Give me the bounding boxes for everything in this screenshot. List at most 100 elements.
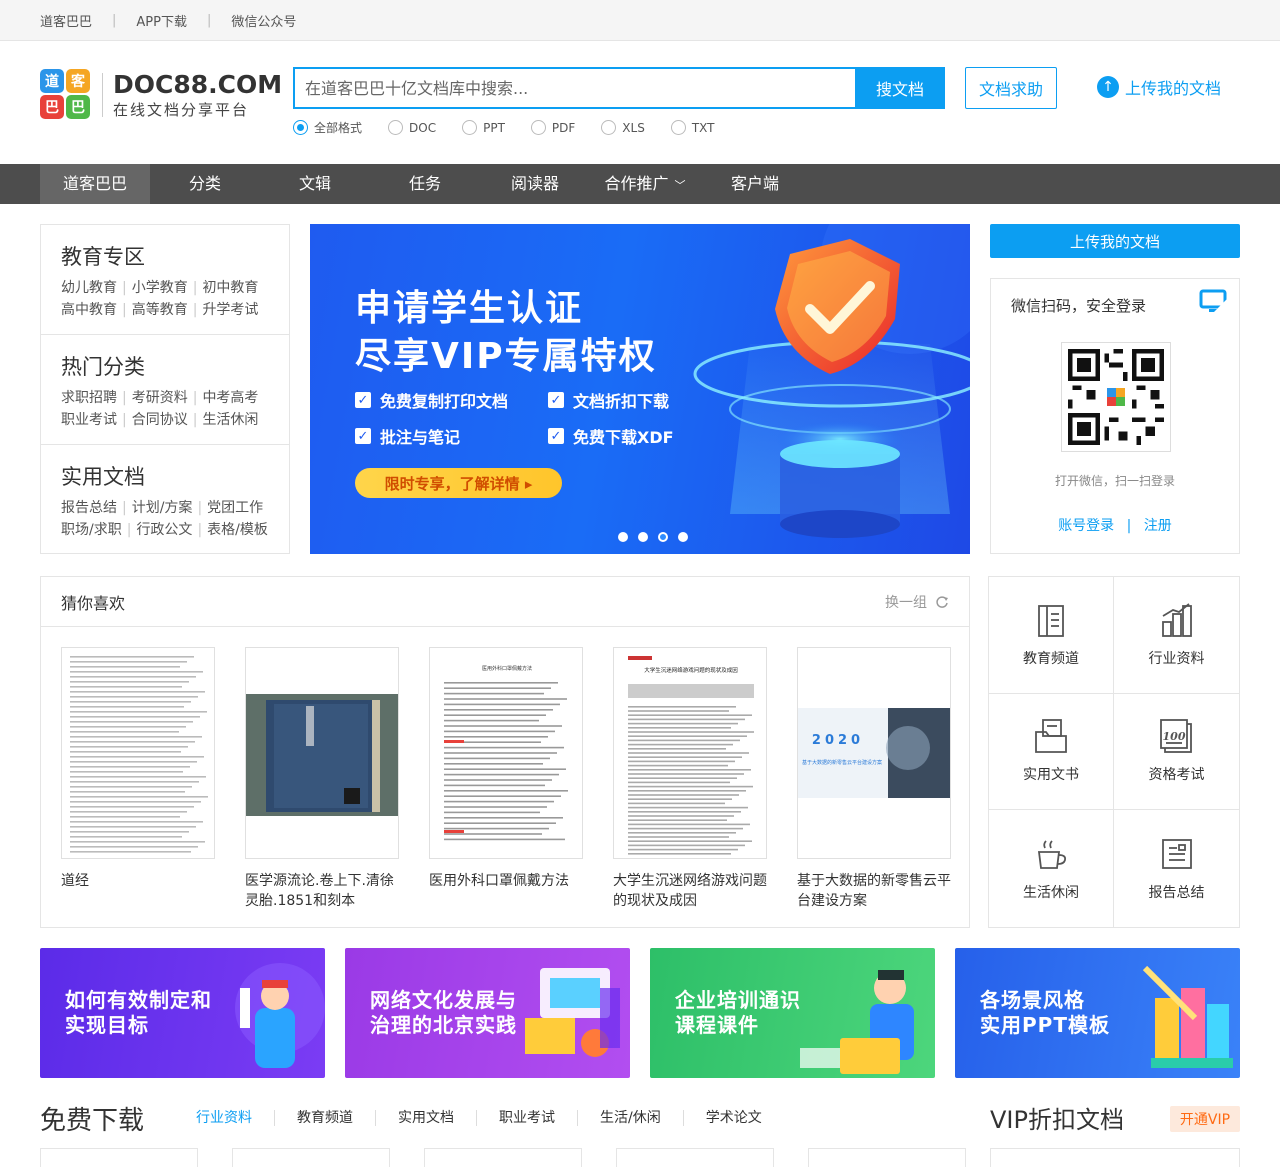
text-line — [628, 760, 735, 763]
category-link[interactable]: 表格/模板 — [207, 522, 268, 538]
doc-card-stub[interactable] — [232, 1148, 390, 1167]
format-option-xls[interactable]: XLS — [601, 119, 645, 136]
category-link[interactable]: 生活休闲 — [202, 412, 258, 428]
channel-practical[interactable]: 实用文书 — [989, 693, 1114, 811]
thumb-title: 大学生沉迷网络游戏问题的现状及成因 — [644, 666, 738, 674]
report-icon — [1161, 838, 1192, 869]
category-section: 实用文档 报告总结 | 计划/方案 | 党团工作 职场/求职 | 行政公文 | 表格/模板 — [41, 445, 289, 555]
category-link[interactable]: 求职招聘 — [61, 390, 117, 406]
promo-banner[interactable]: 申请学生认证 尽享VIP专属特权 ✓ 免费复制打印文档 ✓ 文档折扣下载 ✓ 批注与笔… — [310, 224, 970, 554]
banner-cta-button[interactable]: 限时专享，了解详情 ▸ — [355, 468, 562, 498]
text-line — [444, 779, 552, 781]
search-input[interactable] — [293, 67, 855, 109]
doc-card[interactable]: 医用外科口罩佩戴方法 医用外科口罩佩戴方法 — [429, 647, 583, 911]
promo-card-goals[interactable]: 如何有效制定和 实现目标 — [40, 948, 325, 1078]
tab-leisure[interactable]: 生活/休闲 — [577, 1110, 683, 1126]
doc-card[interactable]: 大学生沉迷网络游戏问题的现状及成因 大学生沉迷网络游戏问题的现状及成因 — [613, 647, 767, 911]
search-button[interactable]: 搜文档 — [855, 67, 945, 109]
register-link[interactable]: 注册 — [1144, 518, 1172, 534]
channel-industry[interactable]: 行业资料 — [1114, 577, 1239, 694]
doc-card-stub[interactable] — [40, 1148, 198, 1167]
format-option-doc[interactable]: DOC — [388, 119, 436, 136]
format-option-all[interactable]: 全部格式 — [293, 119, 362, 136]
account-login-link[interactable]: 账号登录 — [1058, 518, 1114, 534]
doc-card-stub[interactable] — [616, 1148, 774, 1167]
tab-practical[interactable]: 实用文档 — [375, 1110, 476, 1126]
nav-item-client[interactable]: 客户端 — [700, 164, 810, 204]
text-line — [628, 827, 743, 830]
sidebar-upload-button[interactable]: 上传我的文档 — [990, 224, 1240, 258]
format-option-pdf[interactable]: PDF — [530, 119, 575, 136]
nav-item-category[interactable]: 分类 — [150, 164, 260, 204]
topbar-link-home[interactable]: 道客巴巴 — [40, 11, 92, 30]
category-section: 热门分类 求职招聘 | 考研资料 | 中考高考 职业考试 | 合同协议 | 生活休闲 — [41, 335, 289, 445]
format-label: TXT — [691, 120, 715, 135]
text-line — [628, 806, 748, 809]
logo-char: 巴 — [66, 95, 90, 119]
text-line — [70, 791, 185, 793]
link-separator: | — [197, 522, 203, 538]
doc-help-button[interactable]: 文档求助 — [965, 67, 1057, 109]
category-link[interactable]: 职场/求职 — [61, 522, 122, 538]
format-option-txt[interactable]: TXT — [670, 119, 715, 136]
category-link[interactable]: 高等教育 — [132, 302, 188, 318]
text-line — [444, 768, 566, 770]
category-link[interactable]: 小学教育 — [132, 280, 188, 296]
category-link[interactable]: 行政公文 — [136, 522, 192, 538]
doc-card-stub[interactable] — [808, 1148, 966, 1167]
category-link[interactable]: 党团工作 — [207, 500, 263, 516]
carousel-dot[interactable] — [678, 532, 688, 542]
category-link[interactable]: 初中教育 — [202, 280, 258, 296]
refresh-button[interactable]: 换一组 — [885, 592, 949, 612]
nav-item-partner[interactable]: 合作推广 ﹀ — [590, 164, 700, 204]
tab-industry[interactable]: 行业资料 — [196, 1110, 274, 1126]
text-line — [628, 773, 744, 775]
channel-report[interactable]: 报告总结 — [1114, 810, 1239, 927]
topbar-link-app[interactable]: APP下载 — [136, 11, 187, 30]
channel-education[interactable]: 教育频道 — [989, 577, 1114, 694]
login-title: 微信扫码，安全登录 — [1011, 297, 1147, 315]
format-option-ppt[interactable]: PPT — [462, 119, 505, 136]
book-photo-thumb — [246, 648, 398, 858]
category-link[interactable]: 计划/方案 — [132, 500, 193, 516]
doc-card[interactable]: 2020 基于大数据的新零售云平台建设方案 基于大数据的新零售云平台建设方案 — [797, 647, 951, 911]
nav-item-reader[interactable]: 阅读器 — [480, 164, 590, 204]
category-heading[interactable]: 实用文档 — [61, 461, 289, 491]
category-link[interactable]: 职业考试 — [61, 412, 117, 428]
promo-card-network-culture[interactable]: 网络文化发展与 治理的北京实践 — [345, 948, 630, 1078]
text-line — [444, 822, 556, 824]
tab-career-exam[interactable]: 职业考试 — [476, 1110, 577, 1126]
vip-doc-stub[interactable] — [990, 1148, 1240, 1167]
category-link[interactable]: 升学考试 — [202, 302, 258, 318]
promo-card-training[interactable]: 企业培训通识 课程课件 — [650, 948, 935, 1078]
tab-academic[interactable]: 学术论文 — [682, 1110, 784, 1126]
nav-item-collections[interactable]: 文辑 — [260, 164, 370, 204]
channel-label: 资格考试 — [1148, 767, 1205, 784]
category-heading[interactable]: 教育专区 — [61, 241, 289, 271]
tab-education[interactable]: 教育频道 — [274, 1110, 375, 1126]
category-link[interactable]: 高中教育 — [61, 302, 117, 318]
carousel-dot-active[interactable] — [658, 532, 668, 542]
category-link[interactable]: 考研资料 — [132, 390, 188, 406]
carousel-dot[interactable] — [638, 532, 648, 542]
category-link[interactable]: 中考高考 — [202, 390, 258, 406]
open-vip-button[interactable]: 开通VIP — [1170, 1106, 1240, 1132]
promo-card-ppt[interactable]: 各场景风格 实用PPT模板 — [955, 948, 1240, 1078]
category-heading[interactable]: 热门分类 — [61, 351, 289, 381]
upload-doc-link[interactable]: ↑ 上传我的文档 — [1097, 75, 1221, 99]
monitor-icon[interactable] — [1199, 287, 1229, 317]
category-link[interactable]: 合同协议 — [132, 412, 188, 428]
site-logo[interactable]: 道 客 巴 巴 DOC88.COM 在线文档分享平台 — [40, 69, 282, 121]
carousel-dot[interactable] — [618, 532, 628, 542]
doc-card[interactable]: 道经 — [61, 647, 215, 911]
channel-exam[interactable]: 100 资格考试 — [1114, 694, 1239, 811]
category-link[interactable]: 报告总结 — [61, 500, 117, 516]
nav-item-home[interactable]: 道客巴巴 — [40, 164, 150, 204]
channel-leisure[interactable]: 生活休闲 — [989, 810, 1114, 927]
format-label: DOC — [409, 120, 437, 135]
nav-item-tasks[interactable]: 任务 — [370, 164, 480, 204]
category-link[interactable]: 幼儿教育 — [61, 280, 117, 296]
topbar-link-wechat[interactable]: 微信公众号 — [231, 11, 296, 30]
doc-card[interactable]: 医学源流论.卷上下.清徐灵胎.1851和刻本 — [245, 647, 399, 911]
doc-card-stub[interactable] — [424, 1148, 582, 1167]
